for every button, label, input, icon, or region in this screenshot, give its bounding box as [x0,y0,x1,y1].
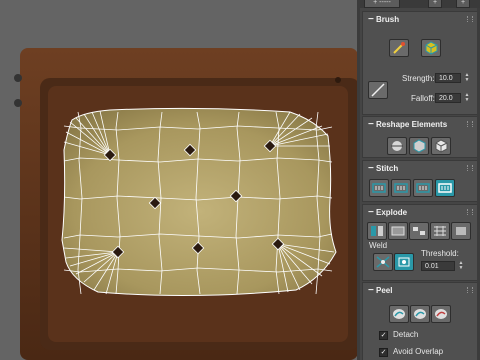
texture-hole-left-top [14,74,22,82]
collapse-icon: − [368,119,374,130]
uv-editor-viewport[interactable] [0,0,357,360]
peel-rollout-title: Peel [376,286,393,295]
stitch-target-button[interactable] [435,179,455,197]
avoid-overlap-checkbox[interactable]: ✓ [379,348,388,357]
detach-label: Detach [393,330,419,339]
threshold-spinner[interactable]: ▲ ▼ [458,261,464,271]
grip-icon[interactable] [467,209,473,215]
reshape-rollout-title: Reshape Elements [376,120,448,129]
explode-flat-icon [456,227,466,235]
falloff-label: Falloff: [411,94,435,103]
collapse-icon: − [368,14,374,25]
brush-rollout: − Brush Strength: 10.0 ▲ ▼ Falloff: 20.0 … [362,11,478,115]
explode-grid-icon [434,226,446,236]
brush-rollout-title: Brush [376,15,400,24]
explode-material-icon [413,227,425,235]
cube-button[interactable] [431,137,451,155]
collapse-icon: − [368,207,374,218]
stitch-rollout-title: Stitch [376,164,399,173]
stitch-custom-icon [372,183,386,193]
explode-rollout-title: Explode [376,208,408,217]
threshold-input[interactable]: 0.01 [421,261,455,271]
threshold-label: Threshold: [421,249,459,258]
cube-icon [435,139,448,153]
weld-selected-icon [376,256,390,268]
explode-flat-button[interactable] [451,222,471,240]
grip-icon[interactable] [467,121,473,127]
stitch-average-icon [416,183,430,193]
quick-peel-icon [393,309,405,319]
stitch-source-icon [394,183,408,193]
weld-selected-button[interactable] [373,253,393,271]
grip-icon[interactable] [467,165,473,171]
strength-label: Strength: [402,74,435,83]
straighten-button[interactable] [387,137,407,155]
relax-icon [413,139,426,153]
grip-icon[interactable] [467,287,473,293]
explode-grid-button[interactable] [430,222,450,240]
explode-rollout: − Explode Weld Threshold: 0.01 ▲ ▼ [362,204,478,281]
explode-smoothing-icon [391,226,405,236]
explode-smoothing-button[interactable] [388,222,408,240]
stitch-rollout-header[interactable]: − Stitch [363,161,477,177]
weld-all-button[interactable] [394,253,414,271]
strength-spinner[interactable]: ▲ ▼ [464,73,470,83]
peel-reset-button[interactable] [431,305,451,323]
pen-tool-button[interactable] [368,81,388,99]
stitch-custom-button[interactable] [369,179,389,197]
weld-label: Weld [369,241,388,250]
stitch-rollout: − Stitch [362,160,478,202]
brush-rollout-header[interactable]: − Brush [363,12,477,28]
uv-viewport-canvas[interactable] [0,0,357,360]
texture-hole-left-bottom [14,99,22,107]
falloff-spinner[interactable]: ▲ ▼ [464,93,470,103]
command-panel: + ----- + + − Brush Strength: 10.0 ▲ ▼ Fa… [360,0,480,360]
top-toolbar-button[interactable]: + ----- [364,0,400,8]
explode-select-button[interactable] [367,222,387,240]
explode-select-icon [371,226,383,236]
explode-rollout-header[interactable]: − Explode [363,205,477,221]
avoid-overlap-label: Avoid Overlap [393,347,444,356]
top-toolbar-add-button-2[interactable]: + [456,0,470,8]
detach-checkbox[interactable]: ✓ [379,331,388,340]
peel-mode-button[interactable] [410,305,430,323]
weld-all-icon [398,257,410,267]
relax-cube-icon [425,41,438,55]
reshape-rollout-header[interactable]: − Reshape Elements [363,117,477,133]
collapse-icon: − [368,285,374,296]
stitch-target-icon [438,183,452,193]
relax-button[interactable] [409,137,429,155]
grip-icon[interactable] [467,16,473,22]
paint-brush-button[interactable] [389,39,409,57]
peel-reset-icon [435,309,447,319]
relax-brush-button[interactable] [421,39,441,57]
pen-line-icon [371,83,385,97]
paint-brush-icon [393,42,405,54]
collapse-icon: − [368,163,374,174]
falloff-input[interactable]: 20.0 [435,93,461,103]
explode-material-button[interactable] [409,222,429,240]
stitch-source-button[interactable] [391,179,411,197]
peel-rollout: − Peel ✓ Detach ✓ Avoid Overlap [362,282,478,360]
quick-peel-button[interactable] [389,305,409,323]
reshape-elements-rollout: − Reshape Elements [362,116,478,158]
panel-top-toolbar: + ----- + + [360,0,480,8]
strength-input[interactable]: 10.0 [435,73,461,83]
peel-mode-icon [414,309,426,319]
peel-rollout-header[interactable]: − Peel [363,283,477,299]
stitch-average-button[interactable] [413,179,433,197]
top-toolbar-add-button[interactable]: + [428,0,442,8]
straighten-icon [391,141,403,151]
